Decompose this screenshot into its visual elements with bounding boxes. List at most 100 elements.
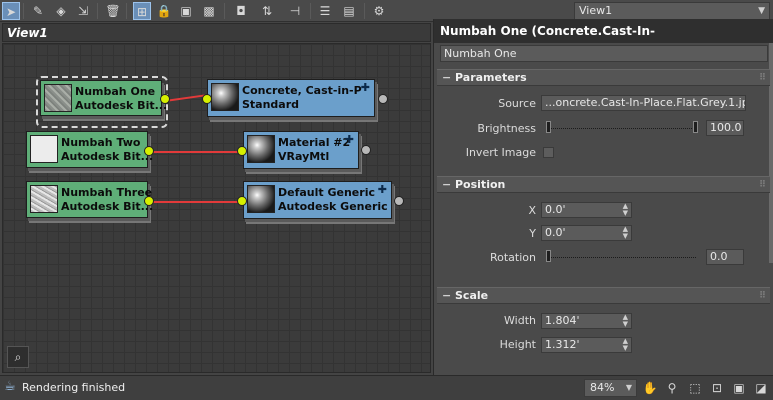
output-port[interactable] — [394, 196, 404, 206]
map-node-numbah-one[interactable]: Numbah One Autodesk Bit... — [40, 80, 167, 116]
map-thumbnail — [30, 185, 58, 213]
node-title: Numbah Three — [61, 186, 153, 199]
brightness-slider-handle[interactable] — [693, 121, 698, 133]
assign-material-icon[interactable]: ◈ — [52, 2, 70, 20]
node-canvas[interactable]: Numbah One Autodesk Bit... Concrete, Cas… — [2, 43, 431, 373]
node-title: Material #2 — [278, 136, 351, 149]
source-field[interactable]: ...oncrete.Cast-In-Place.Flat.Grey.1.jpg — [541, 95, 746, 111]
expand-plus-icon[interactable]: ✚ — [345, 133, 354, 146]
parameter-editor-panel: Numbah One (Concrete.Cast-In-Place.Flat.… — [433, 19, 773, 375]
layout-all-icon[interactable]: ☰ — [316, 2, 334, 20]
map-node-numbah-two[interactable]: Numbah Two Autodesk Bit... — [26, 131, 153, 168]
height-label: Height — [499, 338, 536, 351]
zoom-value: 84% — [590, 381, 615, 394]
rollout-position[interactable]: − Position ⠿ — [437, 176, 770, 193]
node-title: Default Generic — [278, 186, 375, 199]
status-bar: ☕ Rendering finished 84% ▼ ✋ ⚲ ⬚ ⊡ ▣ ◪ — [0, 375, 773, 400]
rotation-field[interactable]: 0.0 — [706, 249, 744, 265]
rollout-title: Parameters — [455, 71, 527, 84]
show-end-result-icon[interactable]: ◘ — [232, 2, 250, 20]
spinner-arrows-icon[interactable]: ▲ ▼ — [623, 338, 628, 352]
output-port[interactable] — [144, 196, 154, 206]
zoom-region-icon[interactable]: ⬚ — [686, 379, 704, 397]
pan-hand-icon[interactable]: ✋ — [641, 379, 659, 397]
rollout-scale[interactable]: − Scale ⠿ — [437, 287, 770, 304]
toolbar-separator — [224, 3, 225, 19]
x-value: 0.0' — [545, 203, 566, 216]
x-spinner[interactable]: 0.0' ▲ ▼ — [541, 202, 632, 218]
expand-plus-icon[interactable]: ✚ — [361, 81, 370, 94]
output-port[interactable] — [361, 145, 371, 155]
height-spinner[interactable]: 1.312' ▲ ▼ — [541, 337, 632, 353]
output-port[interactable] — [378, 94, 388, 104]
toolbar-separator — [126, 3, 127, 19]
y-spinner[interactable]: 0.0' ▲ ▼ — [541, 225, 632, 241]
invert-image-label: Invert Image — [465, 146, 536, 159]
node-type: Autodesk Bit... — [75, 99, 168, 112]
teapot-render-icon: ☕ — [4, 379, 16, 394]
material-node-concrete[interactable]: Concrete, Cast-in-Pl... Standard ✚ — [207, 79, 375, 117]
width-spinner[interactable]: 1.804' ▲ ▼ — [541, 313, 632, 329]
grip-icon: ⠿ — [758, 291, 766, 301]
zoom-selected-icon[interactable]: ▣ — [730, 379, 748, 397]
layout-icon[interactable]: ⊞ — [133, 2, 151, 20]
hide-unused-icon[interactable]: ⊣ — [286, 2, 304, 20]
rotation-slider-handle[interactable] — [546, 250, 551, 262]
rotation-label: Rotation — [489, 251, 536, 264]
node-title: Numbah Two — [61, 136, 141, 149]
map-thumbnail — [30, 135, 58, 163]
navigator-binoculars-icon[interactable]: ⌕ — [7, 346, 29, 368]
material-node-material-2[interactable]: Material #2 VRayMtl ✚ — [243, 131, 359, 169]
chevron-down-icon: ▼ — [625, 383, 632, 392]
brightness-slider-min-handle[interactable] — [546, 121, 551, 133]
material-node-default-generic[interactable]: Default Generic Autodesk Generic ✚ — [243, 181, 392, 219]
expand-plus-icon[interactable]: ✚ — [378, 183, 387, 196]
select-arrow-icon[interactable]: ➤ — [2, 2, 20, 20]
put-to-library-icon[interactable]: ⇲ — [74, 2, 92, 20]
spinner-arrows-icon[interactable]: ▲ ▼ — [623, 226, 628, 240]
node-title: Numbah One — [75, 85, 156, 98]
node-type: Standard — [242, 98, 300, 111]
spinner-arrows-icon[interactable]: ▲ ▼ — [623, 314, 628, 328]
brightness-slider-track[interactable] — [546, 128, 698, 130]
material-sphere-thumbnail — [247, 135, 275, 163]
invert-image-checkbox[interactable] — [543, 147, 554, 158]
show-background-icon[interactable]: ▩ — [200, 2, 218, 20]
eyedropper-icon[interactable]: ✎ — [29, 2, 47, 20]
zoom-extents-selected-icon[interactable]: ◪ — [752, 379, 770, 397]
rotation-slider-track[interactable] — [546, 257, 696, 259]
map-node-numbah-three[interactable]: Numbah Three Autodesk Bit... — [26, 181, 153, 218]
brightness-field[interactable]: 100.0 — [706, 120, 744, 136]
input-port[interactable] — [237, 196, 247, 206]
chevron-down-icon: ▼ — [758, 6, 765, 16]
rollout-parameters[interactable]: − Parameters ⠿ — [437, 69, 770, 86]
wire-map1-mat1 — [164, 94, 205, 102]
toolbar-separator — [364, 3, 365, 19]
delete-icon[interactable]: 🗑 — [104, 2, 122, 20]
show-map-icon[interactable]: ▣ — [177, 2, 195, 20]
toolbar-separator — [310, 3, 311, 19]
pick-material-icon[interactable]: ⚙ — [370, 2, 388, 20]
input-port[interactable] — [202, 94, 212, 104]
input-port[interactable] — [237, 146, 247, 156]
material-sphere-thumbnail — [247, 185, 275, 213]
spinner-arrows-icon[interactable]: ▲ ▼ — [623, 203, 628, 217]
width-label: Width — [504, 314, 536, 327]
view-tab-label: View1 — [7, 26, 48, 40]
view-tab[interactable]: View1 — [2, 23, 431, 42]
view-select[interactable]: View1 ▼ — [574, 2, 770, 20]
node-name-field[interactable]: Numbah One — [440, 45, 768, 62]
render-map-icon[interactable]: ▤ — [340, 2, 358, 20]
zoom-icon[interactable]: ⚲ — [663, 379, 681, 397]
move-children-icon[interactable]: ⇅ — [258, 2, 276, 20]
output-port[interactable] — [144, 146, 154, 156]
collapse-icon: − — [442, 71, 452, 84]
grip-icon: ⠿ — [758, 180, 766, 190]
node-type: Autodesk Generic — [278, 200, 388, 213]
zoom-select[interactable]: 84% ▼ — [584, 379, 637, 397]
output-port[interactable] — [160, 94, 170, 104]
lock-icon[interactable]: 🔒 — [155, 2, 173, 20]
collapse-icon: − — [442, 178, 452, 191]
rollout-title: Scale — [455, 289, 489, 302]
zoom-extents-icon[interactable]: ⊡ — [708, 379, 726, 397]
